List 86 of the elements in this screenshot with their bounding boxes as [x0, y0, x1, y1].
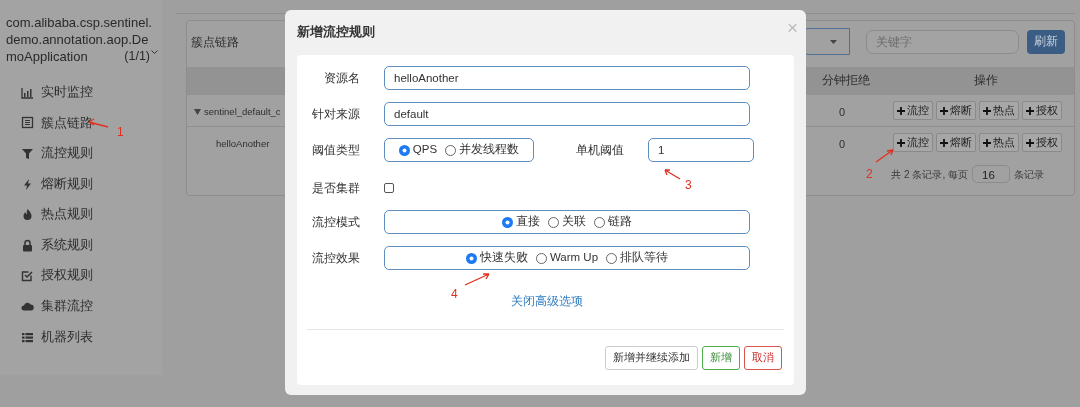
radio-option[interactable]: 关联: [548, 213, 586, 231]
sidebar-item[interactable]: 熔断规则: [21, 168, 93, 200]
radio-option[interactable]: 链路: [594, 213, 632, 231]
sidebar-item[interactable]: 集群流控: [21, 291, 93, 322]
add-rule-button[interactable]: 热点: [979, 101, 1019, 120]
column-header: 操作: [974, 73, 998, 89]
lock-icon: [21, 238, 34, 252]
plus-icon: [897, 138, 905, 147]
radio-option[interactable]: Warm Up: [535, 249, 599, 267]
pagination-text: 共 2 条记录, 每页: [891, 167, 968, 182]
plus-icon: [1026, 106, 1034, 115]
add-rule-button[interactable]: 授权: [1022, 101, 1062, 120]
chevron-down-icon: [151, 50, 158, 55]
table-cell-text: 0: [837, 137, 847, 152]
field-label: 是否集群: [311, 180, 360, 197]
radio-icon: [548, 216, 559, 228]
add-button[interactable]: 新增: [702, 346, 740, 370]
plus-icon: [897, 106, 905, 115]
annotation-arrow: [875, 149, 894, 163]
field-label: 流控模式: [311, 214, 360, 231]
annotation-number: 3: [685, 178, 692, 192]
pagination-text: 条记录: [1014, 167, 1044, 182]
field-label: 阈值类型: [311, 142, 360, 159]
field-label: 流控效果: [311, 250, 360, 267]
annotation-arrow: [464, 273, 490, 286]
list-icon: [21, 116, 34, 130]
radio-icon: [445, 144, 457, 156]
plus-icon: [940, 106, 948, 115]
sidebar-item[interactable]: 热点规则: [21, 199, 93, 230]
add-rule-button[interactable]: 熔断: [936, 101, 976, 120]
refresh-button[interactable]: 刷新: [1027, 29, 1065, 54]
caret-down-icon: [830, 39, 837, 44]
annotation-arrow: [664, 169, 681, 180]
column-header: 分钟拒绝: [822, 73, 870, 89]
cancel-button[interactable]: 取消: [744, 346, 782, 370]
chart-icon: [21, 85, 34, 99]
checkbox-icon: [21, 269, 34, 283]
plus-icon: [983, 106, 991, 115]
page-size-field[interactable]: 16: [972, 165, 1010, 183]
field-label: 资源名: [323, 70, 360, 87]
text-field[interactable]: 1: [648, 138, 754, 162]
annotation-number: 4: [451, 287, 458, 301]
radio-selected-icon: [465, 252, 477, 264]
advanced-options-link[interactable]: 关闭高级选项: [510, 292, 583, 310]
add-rule-button[interactable]: 流控: [893, 101, 933, 120]
radio-icon: [606, 252, 618, 264]
plus-icon: [1026, 138, 1034, 147]
add-and-continue-button[interactable]: 新增并继续添加: [605, 346, 698, 370]
plus-icon: [940, 138, 948, 147]
dialog-title: 新增流控规则: [297, 24, 375, 42]
add-rule-button[interactable]: 热点: [979, 133, 1019, 152]
checkbox[interactable]: [384, 183, 394, 193]
sidebar-item[interactable]: 系统规则: [21, 229, 93, 261]
field-label: 针对来源: [311, 106, 360, 123]
resource-name: helloAnother: [216, 137, 270, 151]
app-selector[interactable]: com.alibaba.csp.sentinel.demo.annotation.aop.DemoApplication (1/1): [6, 14, 158, 65]
radio-selected-icon: [398, 144, 410, 156]
filter-icon: [21, 147, 34, 160]
radio-option[interactable]: QPS: [398, 141, 438, 159]
field-label: 单机阈值: [575, 142, 624, 159]
sidebar-item[interactable]: 授权规则: [21, 260, 93, 292]
plus-icon: [983, 138, 991, 147]
radio-option[interactable]: 直接: [502, 213, 540, 231]
annotation-number: 2: [866, 167, 873, 181]
annotation-number: 1: [117, 125, 124, 139]
radio-icon: [594, 216, 605, 228]
add-rule-button[interactable]: 流控: [893, 133, 933, 152]
resource-name: sentinel_default_c: [204, 105, 281, 119]
flame-icon: [21, 208, 34, 222]
sidebar-item[interactable]: 流控规则: [21, 138, 93, 169]
radio-selected-icon: [502, 216, 513, 228]
table-cell-text: 0: [837, 105, 847, 120]
add-rule-button[interactable]: 授权: [1022, 133, 1062, 152]
add-rule-button[interactable]: 熔断: [936, 133, 976, 152]
radio-icon: [535, 252, 547, 264]
radio-option[interactable]: 快速失败: [465, 249, 528, 267]
list-icon: [21, 330, 34, 344]
sidebar-item[interactable]: 实时监控: [21, 77, 93, 108]
radio-option[interactable]: 并发线程数: [445, 141, 520, 159]
text-field[interactable]: helloAnother: [384, 66, 750, 90]
radio-option[interactable]: 排队等待: [606, 249, 669, 267]
text-field[interactable]: default: [384, 102, 750, 126]
sidebar-item[interactable]: 簇点链路: [21, 107, 93, 139]
sidebar-item[interactable]: 机器列表: [21, 321, 93, 353]
caret-down-icon[interactable]: [194, 109, 201, 116]
panel-title: 簇点链路: [191, 34, 239, 51]
